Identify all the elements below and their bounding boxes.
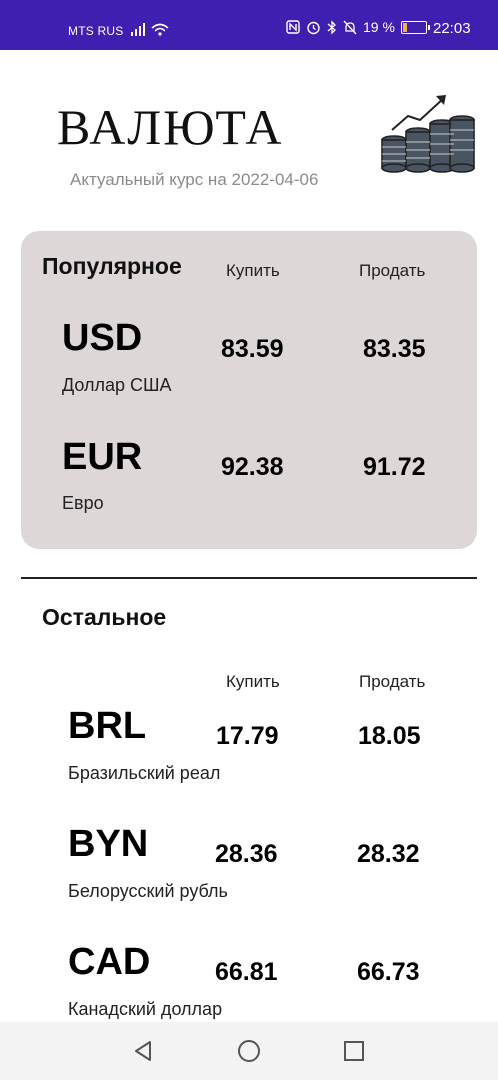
buy-rate: 66.81 <box>215 958 278 986</box>
currency-code: CAD <box>68 941 151 983</box>
other-section-title: Остальное <box>42 604 167 630</box>
currency-code: EUR <box>62 436 143 478</box>
carrier-label: MTS RUS <box>68 24 124 38</box>
clock: 22:03 <box>433 20 471 37</box>
currency-name: Доллар США <box>62 375 172 395</box>
currency-code: BRL <box>68 705 147 747</box>
page-title: ВАЛЮТА <box>57 99 284 155</box>
sell-rate: 18.05 <box>358 722 421 750</box>
currency-name: Белорусский рубль <box>68 881 228 901</box>
sell-rate: 83.35 <box>363 335 426 363</box>
navigation-bar <box>0 1022 498 1080</box>
currency-code: USD <box>62 317 143 359</box>
alarm-icon <box>307 21 320 34</box>
coins-chart-icon <box>381 95 475 173</box>
recents-icon[interactable] <box>341 1038 367 1064</box>
buy-rate: 17.79 <box>216 722 279 750</box>
rate-date-subtitle: Актуальный курс на 2022-04-06 <box>70 170 319 189</box>
currency-name: Канадский доллар <box>68 999 223 1019</box>
section-divider <box>21 577 477 579</box>
currency-code: BYN <box>68 823 149 865</box>
status-bar: MTS RUS 19 % 22:03 <box>0 0 498 50</box>
buy-rate: 92.38 <box>221 453 284 481</box>
mute-icon <box>343 20 357 34</box>
sell-rate: 66.73 <box>357 958 420 986</box>
popular-sell-header: Продать <box>359 261 426 280</box>
popular-section-title: Популярное <box>42 253 182 279</box>
home-icon[interactable] <box>236 1038 262 1064</box>
battery-icon <box>400 20 430 34</box>
battery-percent: 19 % <box>363 19 395 35</box>
sell-rate: 28.32 <box>357 840 420 868</box>
currency-name: Евро <box>62 493 104 513</box>
other-buy-header: Купить <box>226 672 280 691</box>
nfc-icon <box>286 20 300 34</box>
currency-name: Бразильский реал <box>68 763 221 783</box>
other-sell-header: Продать <box>359 672 426 691</box>
signal-wifi-icon <box>131 23 169 36</box>
status-icons: 19 % <box>286 19 430 35</box>
bluetooth-icon <box>327 19 336 35</box>
buy-rate: 28.36 <box>215 840 278 868</box>
buy-rate: 83.59 <box>221 335 284 363</box>
popular-buy-header: Купить <box>226 261 280 280</box>
back-icon[interactable] <box>130 1038 156 1064</box>
sell-rate: 91.72 <box>363 453 426 481</box>
